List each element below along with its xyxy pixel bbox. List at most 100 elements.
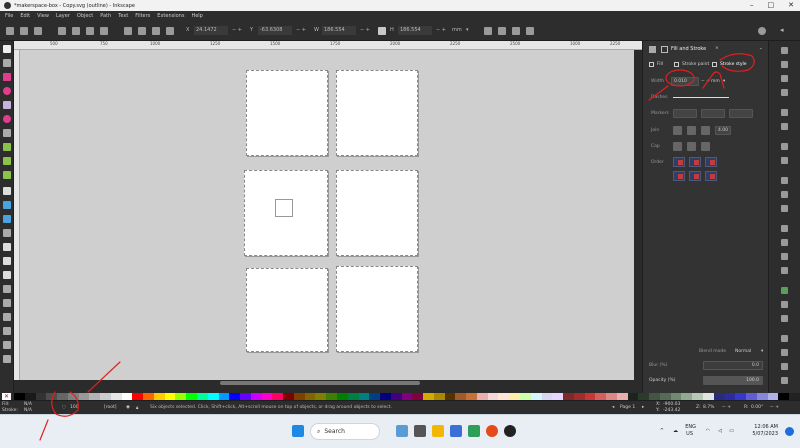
group-icon[interactable] [781, 301, 788, 308]
palette-swatch[interactable] [197, 393, 208, 400]
palette-swatch[interactable] [756, 393, 768, 400]
text-tool-icon[interactable] [3, 187, 11, 195]
menu-path[interactable]: Path [100, 13, 111, 19]
palette-swatch[interactable] [552, 393, 564, 400]
palette-swatch[interactable] [390, 393, 402, 400]
lower-icon[interactable] [152, 27, 160, 35]
miter-limit-input[interactable]: 4.00 [715, 126, 731, 135]
box-panel-6[interactable] [336, 266, 418, 352]
palette-swatch[interactable] [110, 393, 122, 400]
width-unit-chevron-icon[interactable]: ▾ [723, 79, 725, 84]
order-markers-fill-icon[interactable] [673, 171, 685, 181]
xbox-app-icon[interactable] [468, 425, 480, 437]
zoom-stepper-icon[interactable]: − + [722, 405, 731, 410]
stroke-width-input[interactable]: 0.010 [671, 77, 699, 86]
language-top[interactable]: ENG [685, 424, 696, 430]
transform-gradients-icon[interactable] [512, 27, 520, 35]
pencil-tool-icon[interactable] [3, 157, 11, 165]
taskbar-search[interactable]: ⌕ Search [310, 423, 380, 440]
clock-time[interactable]: 12:06 AM [754, 424, 778, 430]
x-input[interactable]: 24.1472 [194, 26, 228, 35]
deselect-icon[interactable] [34, 27, 42, 35]
y-spinner-icon[interactable]: − + [296, 26, 306, 35]
palette-swatch[interactable] [336, 393, 348, 400]
palette-swatch[interactable] [207, 393, 219, 400]
menu-view[interactable]: View [37, 13, 49, 19]
palette-swatch[interactable] [401, 393, 413, 400]
chrome-app-icon[interactable] [486, 425, 498, 437]
palette-swatch[interactable] [509, 393, 520, 400]
opacity-slider[interactable]: 100.0 [703, 376, 763, 385]
palette-swatch[interactable] [46, 393, 58, 400]
duplicate-icon[interactable] [781, 267, 788, 274]
chat-app-icon[interactable] [396, 425, 408, 437]
page-next-icon[interactable]: ▸ [642, 405, 644, 410]
undo-icon[interactable] [781, 143, 788, 150]
inkscape-taskbar-icon[interactable] [504, 425, 516, 437]
measure-tool-icon[interactable] [3, 313, 11, 321]
palette-swatch[interactable] [229, 393, 241, 400]
palette-swatch[interactable] [132, 393, 144, 400]
layer-lock-icon[interactable]: 🔒︎ [136, 405, 138, 411]
dialog-menu-icon[interactable] [649, 46, 656, 53]
palette-swatch[interactable] [35, 393, 47, 400]
cap-round-icon[interactable] [687, 142, 696, 151]
select-all-icon[interactable] [6, 27, 14, 35]
blend-mode-chevron-icon[interactable]: ▾ [761, 349, 763, 354]
palette-swatch[interactable] [14, 393, 25, 400]
paint-bucket-tool-icon[interactable] [3, 243, 11, 251]
blend-mode-select[interactable]: Normal [735, 349, 751, 354]
menu-layer[interactable]: Layer [56, 13, 70, 19]
box-panel-1[interactable] [246, 70, 328, 156]
rotation-value[interactable]: 0.00° [751, 405, 763, 410]
rotate-cw-icon[interactable] [72, 27, 80, 35]
dash-pattern-select[interactable] [673, 97, 729, 98]
palette-swatch[interactable] [78, 393, 90, 400]
palette-swatch[interactable] [100, 393, 111, 400]
palette-swatch[interactable] [606, 393, 617, 400]
file-explorer-icon[interactable] [432, 425, 444, 437]
palette-swatch[interactable] [530, 393, 542, 400]
menu-file[interactable]: File [5, 13, 13, 19]
scale-stroke-icon[interactable] [484, 27, 492, 35]
palette-swatch[interactable] [724, 393, 736, 400]
small-square[interactable] [275, 199, 293, 217]
units-select[interactable]: mm [452, 26, 462, 35]
text-font-icon[interactable] [781, 349, 788, 356]
close-tab-icon[interactable]: × [715, 46, 719, 51]
x-spinner-icon[interactable]: − + [232, 26, 242, 35]
pages-tool-icon[interactable] [3, 327, 11, 335]
palette-swatch[interactable] [433, 393, 445, 400]
y-input[interactable]: -63.6308 [258, 26, 292, 35]
palette-swatch[interactable] [487, 393, 499, 400]
palette-swatch[interactable] [703, 393, 714, 400]
palette-swatch[interactable] [261, 393, 273, 400]
ungroup-icon[interactable] [781, 315, 788, 322]
palette-swatch[interactable] [627, 393, 639, 400]
zoom-tool-icon[interactable] [3, 341, 11, 349]
w-input[interactable]: 186.554 [322, 26, 356, 35]
h-spinner-icon[interactable]: − + [436, 26, 446, 35]
palette-swatch[interactable] [746, 393, 757, 400]
menu-text[interactable]: Text [118, 13, 128, 19]
vertical-scrollbar[interactable] [634, 50, 642, 386]
tray-chevron-icon[interactable]: ^ [660, 428, 664, 434]
palette-swatch[interactable] [358, 393, 370, 400]
onedrive-icon[interactable]: ☁︎ [673, 428, 678, 434]
palette-swatch[interactable] [186, 393, 198, 400]
palette-swatch[interactable] [649, 393, 660, 400]
tweak-tool-icon[interactable] [3, 257, 11, 265]
rotation-stepper-icon[interactable]: − + [770, 405, 779, 410]
palette-swatch[interactable] [778, 393, 790, 400]
stroke-paint-tab[interactable]: Stroke paint [682, 62, 709, 67]
zoom-drawing-icon[interactable] [781, 239, 788, 246]
save-icon[interactable] [781, 75, 788, 82]
palette-swatch[interactable] [498, 393, 510, 400]
copy-icon[interactable] [781, 177, 788, 184]
order-markers-stroke-icon[interactable] [705, 171, 717, 181]
more-commands-icon[interactable] [781, 377, 788, 384]
scale-corners-icon[interactable] [498, 27, 506, 35]
palette-swatch[interactable] [57, 393, 68, 400]
import-icon[interactable] [781, 109, 788, 116]
order-normal-icon[interactable] [673, 157, 685, 167]
